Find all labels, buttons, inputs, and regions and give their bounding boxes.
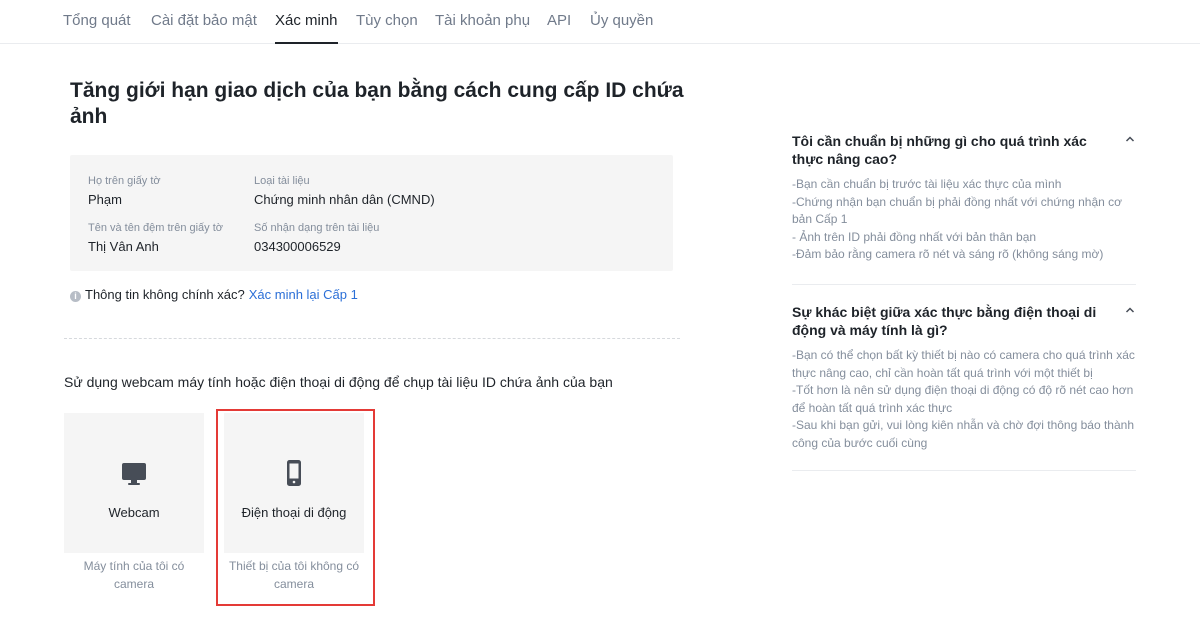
tab-verification[interactable]: Xác minh bbox=[275, 0, 338, 44]
given-name-field: Tên và tên đệm trên giấy tờ Thị Vân Anh bbox=[88, 221, 223, 256]
faq-answer-line: -Bạn có thể chọn bất kỳ thiết bị nào có … bbox=[792, 348, 1135, 380]
faq-divider bbox=[792, 470, 1136, 471]
webcam-option-card[interactable]: Webcam bbox=[64, 413, 204, 553]
chevron-up-icon[interactable] bbox=[1124, 304, 1136, 316]
faq-answer-preparation: -Bạn cần chuẩn bị trước tài liệu xác thự… bbox=[792, 176, 1136, 264]
document-number-value: 034300006529 bbox=[254, 239, 341, 254]
document-type-value: Chứng minh nhân dân (CMND) bbox=[254, 192, 435, 207]
faq-answer-device-difference: -Bạn có thể chọn bất kỳ thiết bị nào có … bbox=[792, 347, 1136, 452]
account-tab-bar: Tổng quát Cài đặt bảo mật Xác minh Tùy c… bbox=[0, 0, 1200, 44]
faq-answer-line: -Bạn cần chuẩn bị trước tài liệu xác thự… bbox=[792, 177, 1062, 191]
mobile-option-description: Thiết bị của tôi không có camera bbox=[228, 559, 360, 591]
faq-question-preparation[interactable]: Tôi cần chuẩn bị những gì cho quá trình … bbox=[792, 132, 1136, 168]
faq-item-preparation: Tôi cần chuẩn bị những gì cho quá trình … bbox=[792, 132, 1136, 264]
monitor-icon bbox=[122, 463, 146, 485]
webcam-option-label: Webcam bbox=[108, 505, 160, 520]
faq-answer-line: -Chứng nhận bạn chuẩn bị phải đồng nhất … bbox=[792, 194, 1123, 227]
faq-answer-line: - Ảnh trên ID phải đồng nhất với bản thâ… bbox=[792, 229, 1037, 244]
faq-question-text: Sự khác biệt giữa xác thực bằng điện tho… bbox=[792, 304, 1097, 338]
tab-sub-accounts[interactable]: Tài khoản phụ bbox=[435, 0, 530, 44]
surname-value: Phạm bbox=[88, 192, 122, 207]
chevron-up-icon[interactable] bbox=[1124, 133, 1136, 145]
tab-overview[interactable]: Tổng quát bbox=[63, 0, 131, 44]
tab-api[interactable]: API bbox=[547, 0, 571, 44]
webcam-option-description: Máy tính của tôi có camera bbox=[83, 559, 185, 591]
info-icon: i bbox=[70, 291, 81, 302]
tab-preferences[interactable]: Tùy chọn bbox=[356, 0, 418, 44]
mobile-option-card[interactable]: Điện thoại di động bbox=[224, 413, 364, 553]
given-name-value: Thị Vân Anh bbox=[88, 239, 159, 254]
document-type-field: Loại tài liệu Chứng minh nhân dân (CMND) bbox=[254, 174, 435, 209]
faq-divider bbox=[792, 284, 1136, 285]
reverify-level1-link[interactable]: Xác minh lại Cấp 1 bbox=[249, 287, 358, 302]
document-type-label: Loại tài liệu bbox=[254, 175, 310, 187]
mobile-option-label: Điện thoại di động bbox=[241, 505, 347, 520]
faq-item-device-difference: Sự khác biệt giữa xác thực bằng điện tho… bbox=[792, 303, 1136, 452]
smartphone-icon bbox=[287, 460, 301, 486]
capture-method-heading: Sử dụng webcam máy tính hoặc điện thoại … bbox=[64, 374, 613, 390]
faq-answer-line: -Sau khi bạn gửi, vui lòng kiên nhẫn và … bbox=[792, 418, 1134, 450]
section-divider bbox=[64, 338, 680, 339]
identity-info-panel: Họ trên giấy tờ Phạm Loại tài liệu Chứng… bbox=[70, 155, 673, 271]
document-number-field: Số nhận dạng trên tài liệu 034300006529 bbox=[254, 221, 379, 256]
surname-field: Họ trên giấy tờ Phạm bbox=[88, 174, 161, 209]
notice-text: Thông tin không chính xác? bbox=[85, 287, 245, 302]
given-name-label: Tên và tên đệm trên giấy tờ bbox=[88, 222, 224, 234]
tab-security-settings[interactable]: Cài đặt bảo mật bbox=[151, 0, 257, 44]
tab-authorization[interactable]: Ủy quyền bbox=[590, 0, 653, 44]
faq-question-device-difference[interactable]: Sự khác biệt giữa xác thực bằng điện tho… bbox=[792, 303, 1136, 339]
surname-label: Họ trên giấy tờ bbox=[88, 175, 161, 187]
faq-answer-line: -Đảm bảo rằng camera rõ nét và sáng rõ (… bbox=[792, 247, 1104, 261]
faq-question-text: Tôi cần chuẩn bị những gì cho quá trình … bbox=[792, 133, 1087, 167]
incorrect-info-notice: i Thông tin không chính xác? Xác minh lại … bbox=[70, 286, 358, 304]
document-number-label: Số nhận dạng trên tài liệu bbox=[254, 222, 380, 234]
faq-answer-line: -Tốt hơn là nên sử dụng điện thoại di độ… bbox=[792, 383, 1134, 415]
page-title: Tăng giới hạn giao dịch của bạn bằng các… bbox=[70, 79, 684, 128]
